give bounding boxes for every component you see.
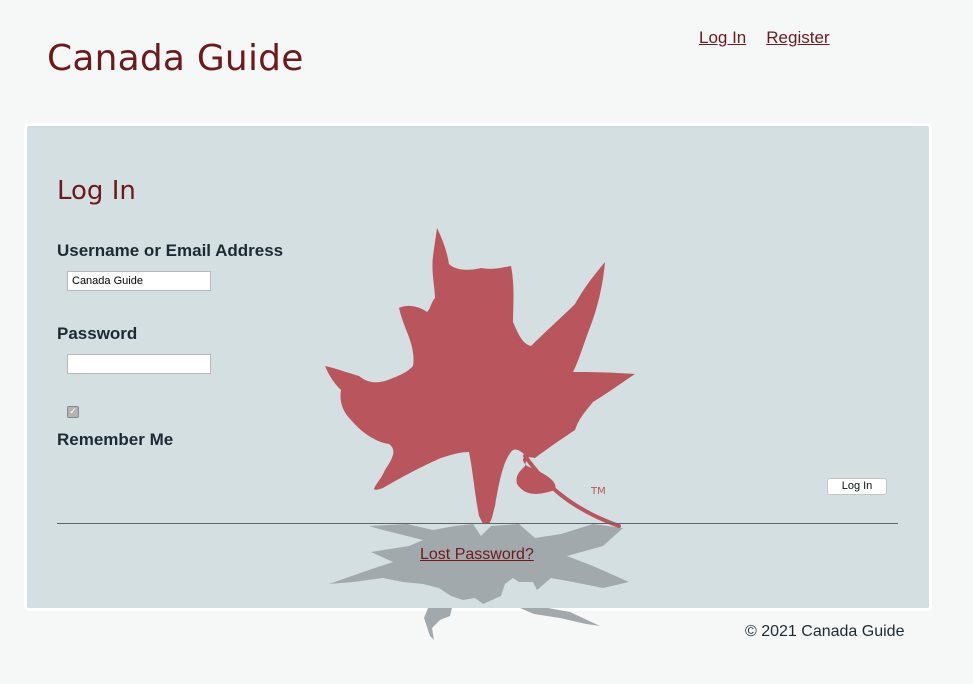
register-link[interactable]: Register	[766, 26, 829, 50]
footer-copyright: © 2021 Canada Guide	[745, 623, 905, 640]
password-label: Password	[57, 324, 138, 343]
checkmark-icon: ✓	[69, 407, 77, 417]
maple-leaf-stem	[523, 454, 621, 528]
remember-me-checkbox[interactable]: ✓	[67, 406, 79, 418]
maple-leaf-shape	[325, 228, 635, 524]
maple-leaf-reflection-bottom	[424, 608, 600, 640]
login-link[interactable]: Log In	[699, 26, 746, 50]
login-submit-button[interactable]: Log In	[827, 478, 887, 495]
remember-me-label: Remember Me	[57, 430, 174, 449]
form-divider	[57, 523, 898, 524]
top-nav: Log In Register	[699, 26, 830, 50]
password-input[interactable]	[67, 354, 211, 374]
login-form-title: Log In	[57, 176, 136, 206]
username-label: Username or Email Address	[57, 241, 284, 260]
site-title[interactable]: Canada Guide	[47, 36, 304, 82]
lost-password-link[interactable]: Lost Password?	[420, 544, 534, 566]
trademark-mark: TM	[590, 486, 606, 497]
username-input[interactable]	[67, 271, 211, 291]
login-card: TM Log In Username or Email Address Pass…	[24, 123, 932, 611]
